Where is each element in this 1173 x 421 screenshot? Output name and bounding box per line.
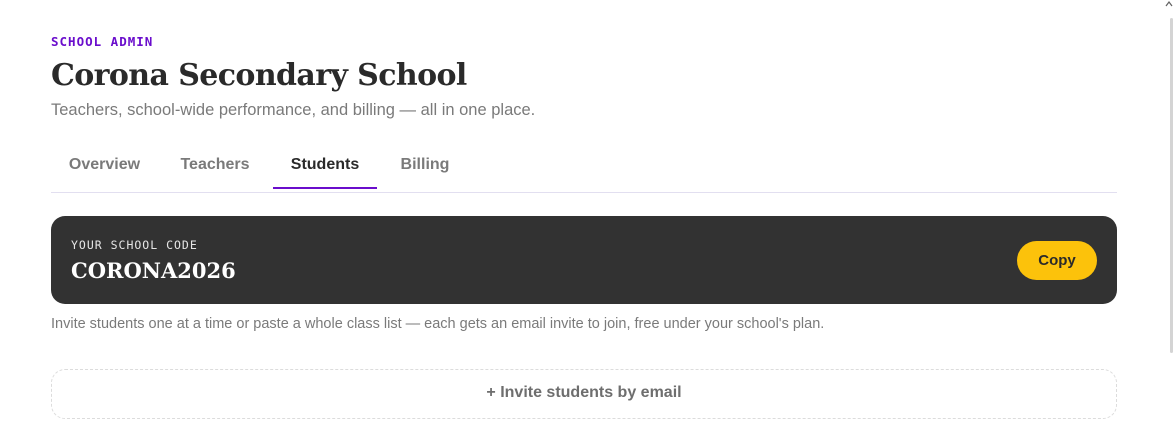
copy-code-button[interactable]: Copy <box>1017 241 1097 280</box>
chevron-up-icon[interactable] <box>1165 0 1173 8</box>
tab-teachers[interactable]: Teachers <box>165 145 265 189</box>
tab-students[interactable]: Students <box>273 145 377 189</box>
page-title: Corona Secondary School <box>51 58 467 93</box>
invite-hint: Invite students one at a time or paste a… <box>51 316 825 332</box>
school-code-card: YOUR SCHOOL CODE CORONA2026 Copy <box>51 216 1117 304</box>
school-code-value: CORONA2026 <box>71 258 236 283</box>
school-code-label: YOUR SCHOOL CODE <box>71 238 198 252</box>
tab-overview[interactable]: Overview <box>51 145 158 189</box>
tab-bar: Overview Teachers Students Billing <box>51 145 1117 193</box>
tab-billing[interactable]: Billing <box>385 145 465 189</box>
section-eyebrow: SCHOOL ADMIN <box>51 34 154 49</box>
invite-students-button[interactable]: + Invite students by email <box>51 369 1117 419</box>
page-subtitle: Teachers, school-wide performance, and b… <box>51 101 536 119</box>
